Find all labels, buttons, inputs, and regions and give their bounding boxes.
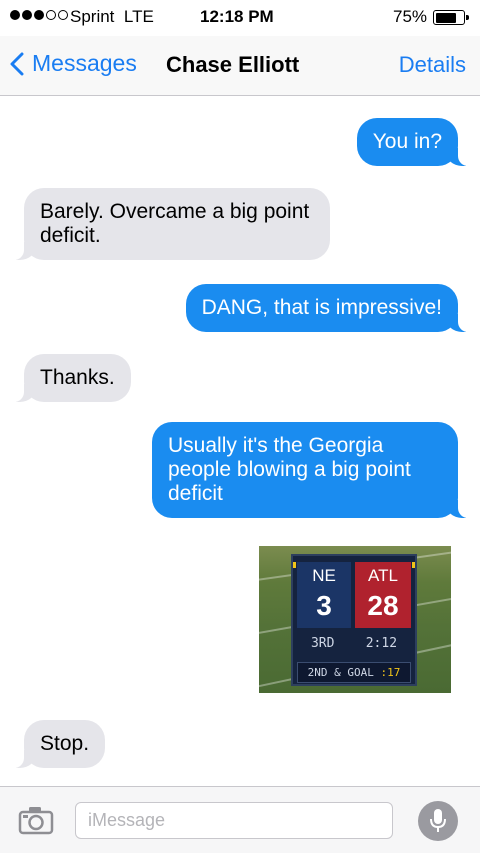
message-input-container [75,802,393,839]
message-incoming[interactable]: Barely. Overcame a big point deficit. [12,188,330,260]
quarter: 3RD [310,636,335,651]
microphone-button[interactable] [418,801,458,841]
message-incoming[interactable]: Stop. [11,720,106,768]
compose-bar [0,786,480,853]
message-outgoing[interactable]: Usually it's the Georgia people blowing … [152,422,470,518]
team1-score: 3 [316,590,332,621]
status-time: 12:18 PM [200,7,274,26]
play-clock: :17 [380,666,401,679]
battery-percent: 75% [393,7,428,26]
team2-score: 28 [367,590,399,621]
details-button[interactable]: Details [399,52,466,78]
camera-button[interactable] [18,805,54,840]
status-bar: Sprint LTE 12:18 PM 75% [0,0,480,36]
team2-name: ATL [368,566,398,585]
signal-strength-icon [10,10,68,20]
chevron-left-icon [10,52,24,75]
microphone-icon [430,809,446,832]
camera-icon [18,807,54,835]
image-message[interactable]: NE 3 ATL 28 3RD 2:12 2ND & GOAL :17 [259,546,451,693]
carrier-label: Sprint LTE [70,7,154,26]
back-label: Messages [32,50,137,76]
team1-panel: NE 3 [293,562,351,628]
message-outgoing[interactable]: DANG, that is impressive! [185,284,471,332]
game-clock: 2:12 [365,636,398,651]
nav-bar: Messages Chase Elliott Details [0,36,480,96]
down-label: 2ND & GOAL [307,666,374,679]
down-and-distance: 2ND & GOAL :17 [297,662,411,683]
message-incoming[interactable]: Thanks. [12,354,131,402]
message-input[interactable] [76,803,392,838]
team1-name: NE [312,566,336,585]
battery-icon [433,10,469,25]
message-outgoing[interactable]: You in? [356,118,471,166]
contact-name[interactable]: Chase Elliott [166,52,299,78]
scoreboard: NE 3 ATL 28 3RD 2:12 2ND & GOAL :17 [291,554,417,686]
team2-panel: ATL 28 [355,562,415,628]
back-button[interactable]: Messages [10,50,137,77]
game-clock-row: 3RD 2:12 [297,636,411,651]
